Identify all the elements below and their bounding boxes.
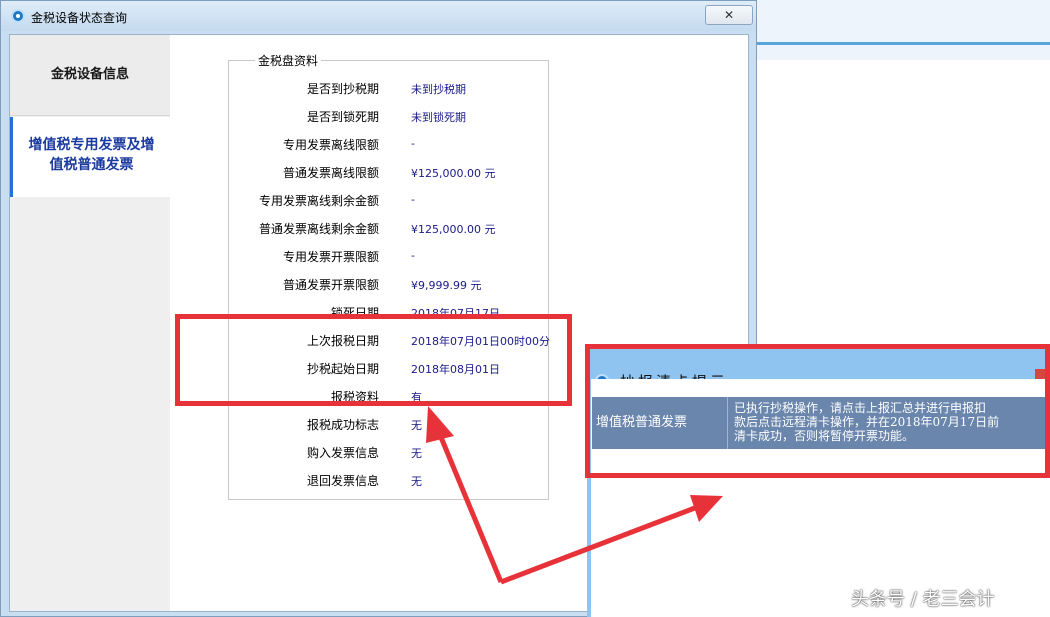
row-label: 普通发票开票限额: [282, 278, 379, 292]
dialog-titlebar[interactable]: 金税设备状态查询 ✕: [1, 1, 756, 31]
row-label: 普通发票离线剩余金额: [258, 222, 379, 236]
nav-item-label-line2: 值税普通发票: [49, 157, 134, 173]
row-value: 无: [411, 419, 422, 432]
row-value: -: [411, 137, 415, 150]
sidebar-nav: 金税设备信息 增值税专用发票及增 值税普通发票: [10, 35, 170, 611]
watermark-text: 头条号 / 老三会计: [851, 589, 995, 610]
nav-item-device-info[interactable]: 金税设备信息: [10, 35, 170, 116]
row-value: -: [411, 193, 415, 206]
row-value: 无: [411, 447, 422, 460]
row-value: 未到锁死期: [411, 111, 466, 124]
row-value: ¥9,999.99 元: [411, 279, 482, 292]
groupbox-title: 金税盘资料: [255, 52, 322, 69]
row-label: 退回发票信息: [306, 474, 379, 488]
app-logo-icon: [11, 9, 25, 23]
row-value: 无: [411, 475, 422, 488]
row-value: ¥125,000.00 元: [411, 167, 496, 180]
row-label: 是否到锁死期: [306, 110, 379, 124]
row-label: 报税成功标志: [306, 418, 379, 432]
nav-item-label-line1: 增值税专用发票及增: [28, 137, 155, 153]
background-window-accent-line: [757, 42, 1050, 45]
nav-item-label: 金税设备信息: [50, 67, 129, 82]
highlight-box-dates: [175, 314, 572, 406]
row-value: ¥125,000.00 元: [411, 223, 496, 236]
row-label: 专用发票开票限额: [282, 250, 379, 264]
row-value: -: [411, 249, 415, 262]
nav-item-vat-invoices[interactable]: 增值税专用发票及增 值税普通发票: [10, 117, 170, 197]
row-label: 专用发票离线限额: [282, 138, 379, 152]
highlight-box-popup: [585, 344, 1050, 478]
row-label: 普通发票离线限额: [282, 166, 379, 180]
row-label: 专用发票离线剩余金额: [258, 194, 379, 208]
row-label: 是否到抄税期: [306, 82, 379, 96]
background-window-header: [757, 0, 1050, 60]
row-value: 未到抄税期: [411, 83, 466, 96]
dialog-title: 金税设备状态查询: [31, 11, 128, 25]
row-label: 购入发票信息: [306, 446, 379, 460]
close-button[interactable]: ✕: [705, 5, 753, 25]
